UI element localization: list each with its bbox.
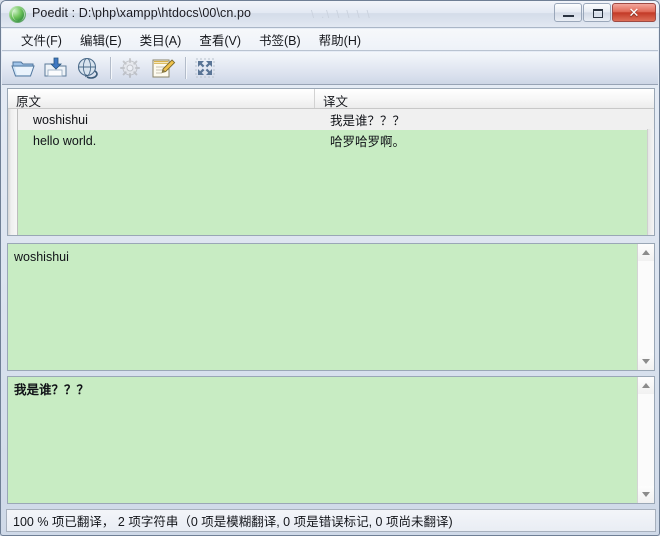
toolbar-edit-comment[interactable]	[148, 54, 178, 83]
row-source: hello world.	[33, 133, 97, 148]
source-scroll-down-icon[interactable]	[638, 353, 654, 370]
toolbar-open[interactable]	[9, 54, 39, 83]
toolbar-separator-1	[110, 57, 111, 79]
table-row[interactable]: hello world. 哈罗哈罗啊。	[18, 130, 654, 151]
menu-bookmarks[interactable]: 书签(B)	[250, 28, 310, 51]
notepad-pencil-icon	[152, 59, 176, 78]
gear-settings-icon	[120, 58, 140, 78]
toolbar	[2, 52, 658, 85]
source-vertical-scrollbar[interactable]	[637, 244, 654, 370]
translation-scroll-up-icon[interactable]	[638, 377, 654, 394]
list-left-gutter	[8, 109, 18, 235]
source-scroll-up-icon[interactable]	[638, 244, 654, 261]
status-bar: 100 % 项已翻译， 2 项字符串（0 项是模糊翻译, 0 项是错误标记, 0…	[6, 509, 656, 532]
translation-list-panel: 原文 译文 woshishui 我是谁？？？ hello world. 哈罗哈罗…	[7, 88, 655, 236]
translation-text-panel: 我是谁？？？	[7, 376, 655, 504]
table-row[interactable]: woshishui 我是谁？？？	[18, 109, 654, 130]
translation-text[interactable]: 我是谁？？？	[8, 377, 637, 503]
poedit-window: Poedit : D:\php\xampp\htdocs\00\cn.po \ …	[0, 0, 660, 536]
menu-help[interactable]: 帮助(H)	[310, 28, 370, 51]
open-folder-icon	[11, 61, 35, 77]
list-header: 原文 译文	[8, 89, 654, 109]
toolbar-separator-2	[185, 57, 186, 79]
minimize-button[interactable]	[554, 3, 582, 22]
maximize-button[interactable]	[583, 3, 611, 22]
fullscreen-arrows-icon	[195, 58, 215, 78]
toolbar-fullscreen[interactable]	[191, 54, 221, 83]
translation-scroll-down-icon[interactable]	[638, 486, 654, 503]
title-bar: Poedit : D:\php\xampp\htdocs\00\cn.po \ …	[1, 1, 659, 28]
menu-view[interactable]: 查看(V)	[190, 28, 250, 51]
column-translation[interactable]: 译文	[315, 89, 654, 109]
toolbar-update[interactable]	[73, 54, 103, 83]
translation-scroll-track[interactable]	[638, 394, 654, 486]
row-translation: 我是谁？？？	[330, 114, 406, 128]
source-scroll-track[interactable]	[638, 261, 654, 353]
menu-file[interactable]: 文件(F)	[12, 28, 71, 51]
row-translation: 哈罗哈罗啊。	[330, 135, 406, 149]
title-watermark-text: \ .\ \ \ \ \	[311, 9, 372, 21]
window-title: Poedit : D:\php\xampp\htdocs\00\cn.po	[32, 6, 252, 20]
globe-update-icon	[77, 57, 98, 79]
save-folder-icon	[44, 57, 67, 77]
menu-bar: 文件(F) 编辑(E) 类目(A) 查看(V) 书签(B) 帮助(H)	[2, 29, 658, 51]
list-vertical-scrollbar[interactable]	[647, 129, 654, 235]
source-text[interactable]: woshishui	[8, 244, 637, 370]
row-source: woshishui	[33, 112, 88, 127]
toolbar-save[interactable]	[41, 54, 71, 83]
source-text-panel: woshishui	[7, 243, 655, 371]
status-text: 100 % 项已翻译， 2 项字符串（0 项是模糊翻译, 0 项是错误标记, 0…	[13, 515, 453, 529]
window-controls: ✕	[554, 3, 656, 25]
close-button[interactable]: ✕	[612, 3, 656, 22]
menu-catalog[interactable]: 类目(A)	[131, 28, 191, 51]
column-source[interactable]: 原文	[8, 89, 315, 109]
toolbar-settings[interactable]	[116, 54, 146, 83]
list-body: woshishui 我是谁？？？ hello world. 哈罗哈罗啊。	[8, 109, 654, 235]
translation-vertical-scrollbar[interactable]	[637, 377, 654, 503]
app-globe-icon	[9, 6, 26, 23]
menu-edit[interactable]: 编辑(E)	[71, 28, 131, 51]
close-icon: ✕	[628, 5, 640, 20]
